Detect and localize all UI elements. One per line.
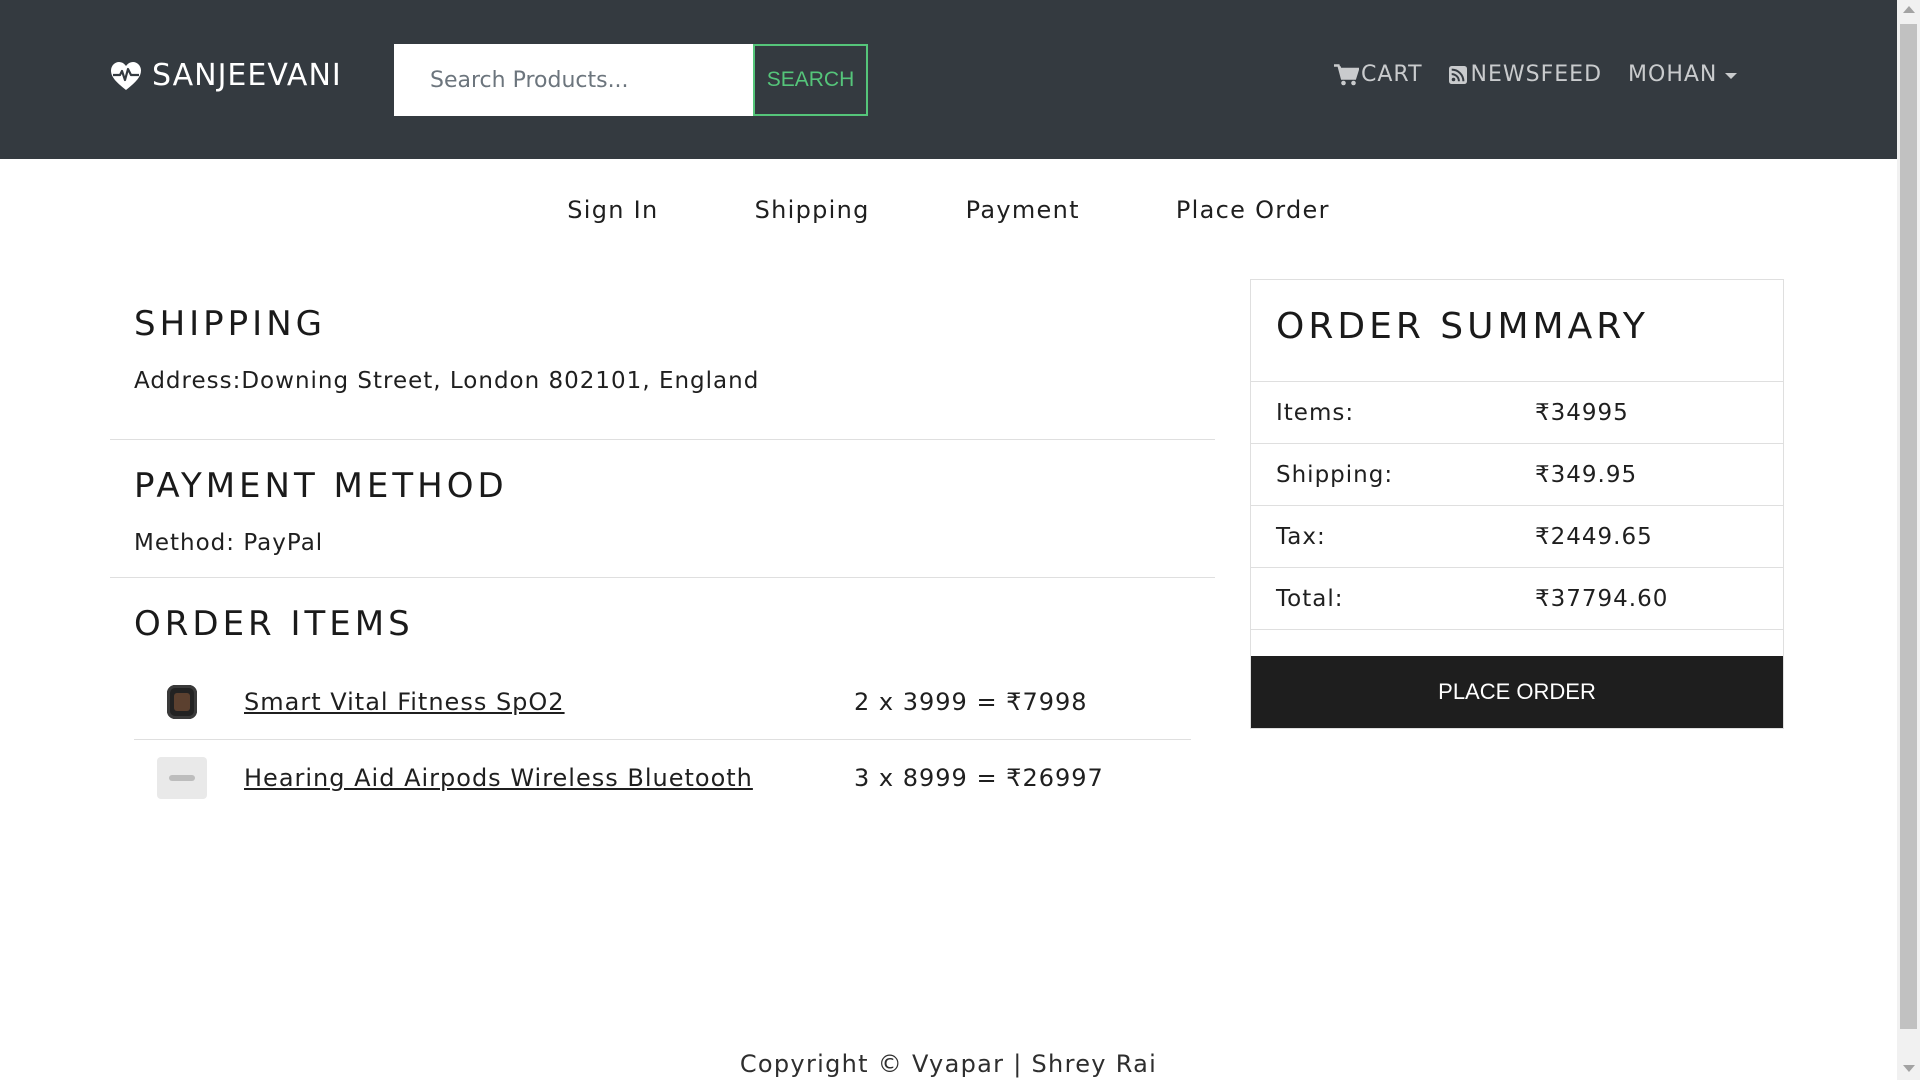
payment-heading: PAYMENT METHOD — [134, 466, 508, 506]
step-payment[interactable]: Payment — [918, 196, 1128, 224]
list-item: Smart Vital Fitness SpO2 2 x 3999 = ₹799… — [134, 664, 1191, 740]
cart-label: CART — [1361, 62, 1423, 87]
top-navbar: SANJEEVANI SEARCH CART NEWSFEED MOHAN — [0, 0, 1897, 159]
step-place-order[interactable]: Place Order — [1128, 196, 1378, 224]
order-summary-heading: ORDER SUMMARY — [1251, 280, 1783, 382]
user-menu-dropdown[interactable]: MOHAN — [1628, 62, 1738, 87]
shipping-address: Address:Downing Street, London 802101, E… — [134, 368, 760, 394]
step-sign-in[interactable]: Sign In — [519, 196, 706, 224]
step-shipping[interactable]: Shipping — [707, 196, 918, 224]
scroll-up-arrow-icon[interactable] — [1903, 6, 1915, 13]
cart-link[interactable]: CART — [1334, 62, 1423, 87]
footer-copyright: Copyright © Vyapar | Shrey Rai — [739, 1050, 1158, 1078]
nav-links: CART NEWSFEED MOHAN — [1334, 62, 1763, 87]
brand-name: SANJEEVANI — [152, 58, 342, 93]
scroll-down-arrow-icon[interactable] — [1903, 1065, 1915, 1072]
checkout-steps: Sign In Shipping Payment Place Order — [0, 196, 1897, 224]
summary-label: Tax: — [1276, 523, 1326, 550]
summary-row-total: Total: ₹37794.60 — [1251, 568, 1783, 630]
summary-label: Total: — [1276, 585, 1344, 612]
payment-method: Method: PayPal — [134, 530, 324, 556]
summary-row-shipping: Shipping: ₹349.95 — [1251, 444, 1783, 506]
shopping-cart-icon — [1334, 63, 1359, 85]
product-image — [156, 681, 208, 723]
summary-value: ₹349.95 — [1535, 461, 1638, 488]
vertical-scrollbar[interactable] — [1897, 0, 1920, 1080]
summary-label: Shipping: — [1276, 461, 1394, 488]
summary-row-tax: Tax: ₹2449.65 — [1251, 506, 1783, 568]
newsfeed-link[interactable]: NEWSFEED — [1448, 62, 1603, 87]
order-details: SHIPPING Address:Downing Street, London … — [110, 280, 1215, 842]
product-image — [156, 757, 208, 799]
list-item: Hearing Aid Airpods Wireless Bluetooth 3… — [134, 740, 1191, 816]
summary-value: ₹34995 — [1535, 399, 1629, 426]
order-items-section: ORDER ITEMS Smart Vital Fitness SpO2 2 x… — [110, 578, 1215, 842]
order-items-heading: ORDER ITEMS — [134, 604, 414, 644]
summary-value: ₹37794.60 — [1535, 585, 1669, 612]
search-input[interactable] — [394, 44, 754, 116]
shipping-heading: SHIPPING — [134, 304, 326, 344]
scrollbar-thumb[interactable] — [1900, 24, 1917, 1029]
heartbeat-icon — [111, 61, 141, 90]
place-order-button[interactable]: PLACE ORDER — [1251, 656, 1783, 728]
product-link[interactable]: Smart Vital Fitness SpO2 — [244, 688, 854, 716]
summary-row-items: Items: ₹34995 — [1251, 382, 1783, 444]
summary-value: ₹2449.65 — [1535, 523, 1653, 550]
search-button[interactable]: SEARCH — [753, 44, 868, 116]
shipping-section: SHIPPING Address:Downing Street, London … — [110, 280, 1215, 440]
airpods-icon — [157, 757, 207, 799]
summary-label: Items: — [1276, 399, 1355, 426]
item-price-line: 3 x 8999 = ₹26997 — [854, 764, 1104, 792]
payment-section: PAYMENT METHOD Method: PayPal — [110, 440, 1215, 578]
item-price-line: 2 x 3999 = ₹7998 — [854, 687, 1088, 716]
summary-spacer — [1251, 630, 1783, 656]
product-link[interactable]: Hearing Aid Airpods Wireless Bluetooth — [244, 764, 854, 792]
brand-logo[interactable]: SANJEEVANI — [110, 58, 342, 93]
rss-icon — [1448, 65, 1467, 84]
user-name: MOHAN — [1628, 62, 1718, 87]
newsfeed-label: NEWSFEED — [1470, 62, 1603, 87]
smartwatch-icon — [167, 684, 197, 719]
order-summary-card: ORDER SUMMARY Items: ₹34995 Shipping: ₹3… — [1250, 279, 1784, 729]
caret-down-icon — [1725, 72, 1738, 79]
